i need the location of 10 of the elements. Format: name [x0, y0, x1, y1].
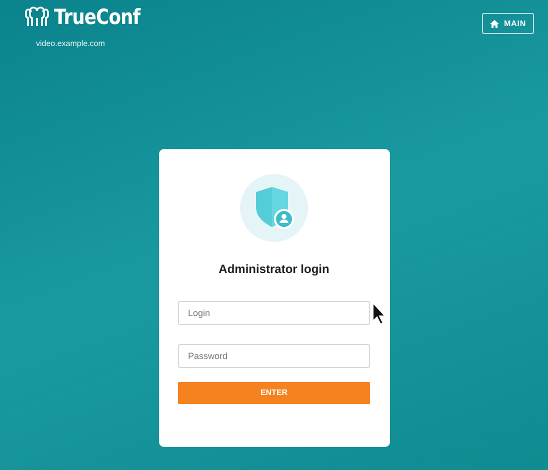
mouse-cursor-icon [372, 302, 386, 326]
domain-text: video.example.com [36, 38, 106, 50]
input-field[interactable]: Login [178, 301, 370, 325]
home-icon [490, 20, 499, 28]
logo-icon [24, 6, 50, 28]
enter-button[interactable]: ENTER [178, 382, 370, 404]
card-title: Administrator login [218, 261, 330, 278]
main-button[interactable]: MAIN [482, 13, 534, 34]
input-field[interactable]: Password [178, 344, 370, 368]
logo-text: TrueConf [54, 6, 140, 28]
